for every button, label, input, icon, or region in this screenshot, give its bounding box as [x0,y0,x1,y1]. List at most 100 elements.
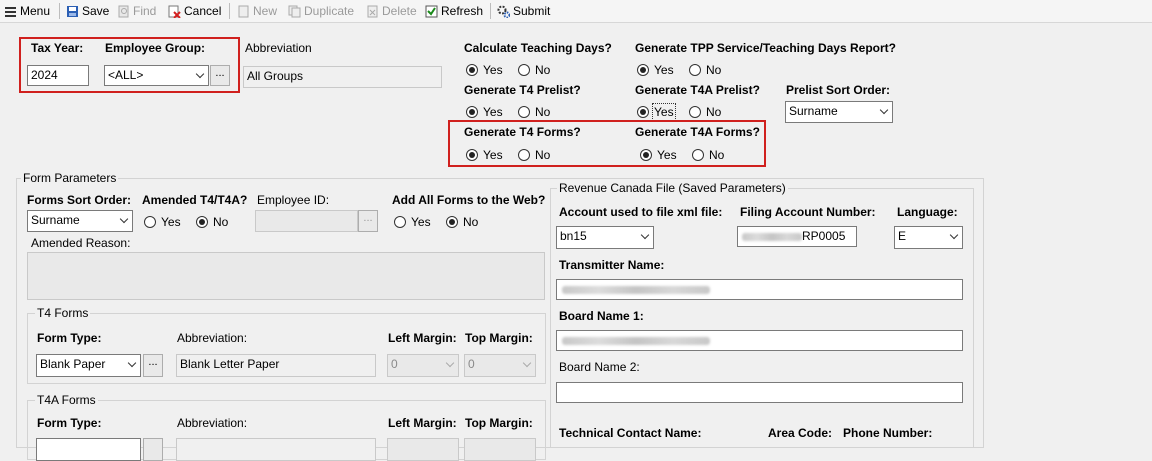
radio-checked-icon [640,149,652,161]
separator [59,3,60,19]
t4-left-margin-select[interactable]: 0 [387,354,459,377]
calc-teaching-days-no[interactable]: No [518,63,550,77]
menu-icon [4,5,17,18]
find-label: Find [133,4,157,18]
radio-checked-icon [466,64,478,76]
menu-button[interactable]: Menu [4,3,50,19]
redacted-text [742,233,802,241]
redacted-text [562,337,710,345]
revenue-canada-title: Revenue Canada File (Saved Parameters) [557,181,788,195]
radio-unchecked-icon [144,216,156,228]
t4-abbreviation-label: Abbreviation: [177,331,248,345]
amended-reason-textarea[interactable] [27,252,545,300]
gen-tpp-report-yes[interactable]: Yes [637,63,674,77]
phone-number-label: Phone Number: [843,426,933,440]
employee-group-lookup-button[interactable]: ... [210,65,230,86]
gen-tpp-report-no[interactable]: No [689,63,721,77]
duplicate-label: Duplicate [304,4,355,18]
new-button[interactable]: New [237,3,277,19]
form-parameters-title: Form Parameters [21,171,119,185]
t4a-left-margin-select[interactable] [387,438,459,461]
t4a-abbreviation-label: Abbreviation: [177,416,248,430]
redacted-text [562,286,710,294]
gen-t4a-forms-no[interactable]: No [692,148,724,162]
account-label: Account used to file xml file: [559,205,723,219]
t4-form-type-lookup-button[interactable]: ... [143,354,163,377]
amended-label: Amended T4/T4A? [142,193,248,207]
add-all-web-yes[interactable]: Yes [394,215,431,229]
radio-unchecked-icon [518,64,530,76]
t4a-top-margin-select[interactable] [464,438,536,461]
delete-icon [366,5,379,18]
gen-t4-prelist-yes[interactable]: Yes [466,105,503,119]
new-icon [237,5,250,18]
radio-unchecked-icon [518,106,530,118]
t4a-left-margin-label: Left Margin: [388,416,457,430]
amended-yes[interactable]: Yes [144,215,181,229]
board-name-2-label: Board Name 2: [559,360,640,374]
radio-checked-icon [196,216,208,228]
radio-label: Yes [654,63,674,77]
amended-no[interactable]: No [196,215,228,229]
save-label: Save [82,4,110,18]
radio-checked-icon [637,64,649,76]
radio-unchecked-icon [689,64,701,76]
t4-form-type-select[interactable]: Blank Paper [36,354,141,377]
radio-label: Yes [483,105,503,119]
refresh-button[interactable]: Refresh [425,3,483,19]
gen-t4-prelist-label: Generate T4 Prelist? [464,83,581,97]
refresh-label: Refresh [441,4,484,18]
find-button[interactable]: Find [117,3,156,19]
account-select[interactable]: bn15 [556,226,654,249]
gen-t4a-forms-yes[interactable]: Yes [640,148,677,162]
radio-checked-icon [466,106,478,118]
save-button[interactable]: Save [66,3,109,19]
radio-label: Yes [652,103,676,121]
duplicate-icon [288,5,301,18]
radio-label: Yes [657,148,677,162]
tax-year-label: Tax Year: [31,41,84,55]
gen-t4-forms-label: Generate T4 Forms? [464,125,581,139]
add-all-web-no[interactable]: No [446,215,478,229]
employee-id-lookup-button[interactable]: ... [358,210,378,232]
radio-label: No [706,105,722,119]
radio-checked-icon [446,216,458,228]
forms-sort-order-select[interactable]: Surname [27,210,133,232]
employee-id-label: Employee ID: [257,193,330,207]
delete-button[interactable]: Delete [366,3,417,19]
gen-t4a-prelist-yes[interactable]: Yes [637,103,676,121]
separator [490,3,491,19]
submit-button[interactable]: Submit [497,3,550,19]
t4-forms-title: T4 Forms [35,306,91,320]
gen-t4-prelist-no[interactable]: No [518,105,550,119]
language-select[interactable]: E [894,226,963,249]
gen-t4-forms-no[interactable]: No [518,148,550,162]
cancel-label: Cancel [184,4,222,18]
t4-abbreviation-field: Blank Letter Paper [176,354,376,377]
t4-top-margin-label: Top Margin: [465,331,533,345]
radio-label: No [535,148,551,162]
employee-id-input[interactable] [255,210,358,232]
cancel-icon [168,5,181,19]
t4a-abbreviation-field [176,438,376,461]
prelist-sort-order-select[interactable]: Surname [785,101,893,123]
t4a-form-type-lookup-button[interactable] [143,438,163,461]
t4-top-margin-select[interactable]: 0 [464,354,536,377]
employee-group-select[interactable]: <ALL> [104,65,209,86]
t4a-form-type-select[interactable] [36,438,141,461]
submit-label: Submit [513,4,551,18]
gen-tpp-report-label: Generate TPP Service/Teaching Days Repor… [635,41,896,55]
radio-label: No [709,148,725,162]
duplicate-button[interactable]: Duplicate [288,3,354,19]
board-name-2-input[interactable] [556,382,963,403]
find-icon [117,5,130,18]
gen-t4a-prelist-no[interactable]: No [689,105,721,119]
cancel-button[interactable]: Cancel [168,3,221,19]
radio-label: No [463,215,479,229]
abbreviation-label: Abbreviation [245,41,312,55]
tax-year-input[interactable]: 2024 [27,65,89,86]
gen-t4-forms-yes[interactable]: Yes [466,148,503,162]
t4-left-margin-label: Left Margin: [388,331,457,345]
calc-teaching-days-yes[interactable]: Yes [466,63,503,77]
radio-label: No [213,215,229,229]
